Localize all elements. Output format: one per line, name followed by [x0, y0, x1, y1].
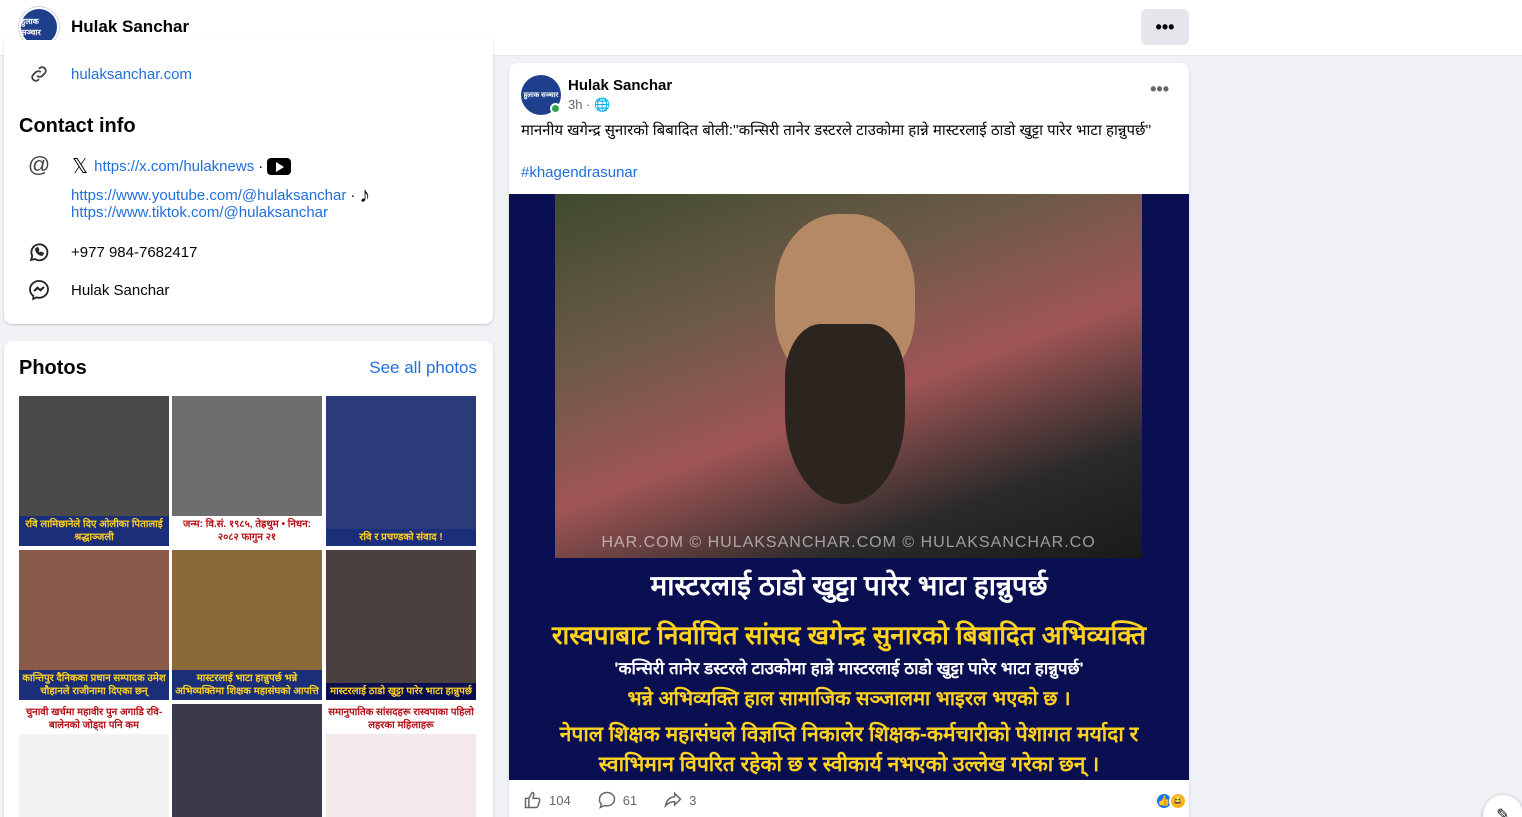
intro-card: hulaksanchar.com Contact info @ 𝕏 https:…: [4, 40, 493, 324]
see-all-photos-link[interactable]: See all photos: [369, 358, 477, 378]
comment-icon: [598, 791, 615, 809]
messenger-row: Hulak Sanchar: [26, 277, 169, 303]
photos-card: Photos See all photos रवि लामिछानेले दिए…: [4, 341, 493, 817]
page-title[interactable]: Hulak Sanchar: [71, 17, 189, 37]
image-subhead: रास्वपाबाट निर्वाचित सांसद खगेन्द्र सुना…: [551, 620, 1147, 650]
photo-caption: कान्तिपुर दैनिकका प्रधान सम्पादक उमेश चौ…: [19, 670, 169, 700]
at-sign-icon: @: [27, 152, 51, 177]
edit-icon: ✎: [1496, 807, 1510, 817]
new-message-button[interactable]: ✎: [1483, 795, 1522, 817]
comment-button[interactable]: 61: [597, 790, 637, 810]
website-link[interactable]: hulaksanchar.com: [71, 66, 192, 83]
haha-reaction-icon: 😆: [1169, 792, 1187, 810]
photo-caption: मास्टरलाई भाटा हान्नुपर्छ भन्ने अभिव्यक्…: [172, 670, 322, 700]
like-button[interactable]: 104: [523, 790, 571, 810]
post-card: हुलाक सञ्चार Hulak Sanchar 3h · 🌐 ••• मा…: [509, 63, 1189, 817]
image-line-5: स्वाभिमान विपरित रहेको छ र स्वीकार्य नभए…: [598, 753, 1100, 776]
image-watermark: HAR.COM © HULAKSANCHAR.COM © HULAKSANCHA…: [601, 534, 1096, 551]
separator: ·: [258, 157, 264, 175]
phone-number: +977 984-7682417: [71, 243, 198, 261]
post-text: माननीय खगेन्द्र सुनारको बिबादित बोली:''क…: [521, 122, 1152, 139]
photo-caption: जन्म: वि.सं. १९८५, तेह्रथुम • निधन: २०८२…: [172, 516, 322, 546]
contact-info-heading: Contact info: [19, 115, 136, 137]
photo-caption: चुनावी खर्चमा महावीर पुन अगाडि रवि-बालेन…: [19, 704, 169, 734]
photo-thumbnail[interactable]: मास्टरलाई ठाडो खुट्टा पारेर भाटा हान्नुप…: [326, 550, 476, 700]
photo-thumbnail[interactable]: रवि र प्रचण्डको संवाद !: [326, 396, 476, 546]
reaction-icons[interactable]: 👍 😆: [1155, 792, 1187, 810]
whatsapp-icon: [26, 239, 52, 265]
post-image[interactable]: HAR.COM © HULAKSANCHAR.COM © HULAKSANCHA…: [509, 194, 1189, 780]
x-link-row: 𝕏 https://x.com/hulaknews ·: [72, 154, 292, 178]
messenger-name[interactable]: Hulak Sanchar: [71, 282, 169, 299]
image-quote: 'कन्सिरी तानेर डस्टरले टाउकोमा हान्ने मा…: [614, 659, 1084, 678]
photo-thumbnail[interactable]: जन्म: वि.सं. १९८५, तेह्रथुम • निधन: २०८२…: [172, 396, 322, 546]
online-status-dot: [550, 103, 561, 114]
post-hashtag-link[interactable]: #khagendrasunar: [521, 164, 638, 181]
photo-thumbnail[interactable]: समानुपातिक सांसदहरू रास्वपाका पहिलो लहरक…: [326, 704, 476, 817]
photo-thumbnail[interactable]: मास्टरलाई भाटा हान्नुपर्छ भन्ने अभिव्यक्…: [172, 550, 322, 700]
photo-thumbnail[interactable]: चुनावी खर्चमा महावीर पुन अगाडि रवि-बालेन…: [19, 704, 169, 817]
share-button[interactable]: 3: [663, 790, 696, 810]
comment-count: 61: [622, 792, 638, 808]
tiktok-link[interactable]: https://www.tiktok.com/@hulaksanchar: [71, 204, 328, 221]
phone-row: +977 984-7682417: [26, 239, 197, 265]
x-logo-icon: 𝕏: [72, 154, 89, 178]
image-headline: मास्टरलाई ठाडो खुट्टा पारेर भाटा हान्नुप…: [650, 570, 1048, 601]
messenger-icon: [26, 277, 52, 303]
link-icon: [26, 61, 52, 87]
tiktok-icon: ♪: [359, 182, 371, 207]
image-line-3: भन्ने अभिव्यक्ति हाल सामाजिक सञ्जालमा भा…: [627, 688, 1071, 710]
post-actions: 104 61 3: [523, 790, 696, 810]
post-more-options-button[interactable]: •••: [1150, 79, 1169, 100]
post-author-name[interactable]: Hulak Sanchar: [568, 77, 672, 94]
like-count: 104: [549, 792, 571, 808]
social-links-row: @: [26, 152, 52, 178]
youtube-icon: [267, 157, 292, 175]
x-link[interactable]: https://x.com/hulaknews: [94, 158, 254, 175]
photo-thumbnail[interactable]: [172, 704, 322, 817]
photo-thumbnail[interactable]: कान्तिपुर दैनिकका प्रधान सम्पादक उमेश चौ…: [19, 550, 169, 700]
photo-caption: समानुपातिक सांसदहरू रास्वपाका पहिलो लहरक…: [326, 704, 476, 734]
news-photo: HAR.COM © HULAKSANCHAR.COM © HULAKSANCHA…: [555, 194, 1142, 558]
thumbs-up-icon: [524, 791, 541, 809]
photo-caption: रवि र प्रचण्डको संवाद !: [326, 529, 476, 546]
photo-caption: मास्टरलाई ठाडो खुट्टा पारेर भाटा हान्नुप…: [326, 683, 476, 700]
photo-caption: रवि लामिछानेले दिए ओलीका पितालाई श्रद्धा…: [19, 516, 169, 546]
image-line-4: नेपाल शिक्षक महासंघले विज्ञप्ति निकालेर …: [559, 723, 1139, 746]
photo-thumbnail[interactable]: रवि लामिछानेले दिए ओलीका पितालाई श्रद्धा…: [19, 396, 169, 546]
share-icon: [664, 791, 682, 809]
photos-heading: Photos: [19, 357, 87, 379]
person-beard: [785, 324, 905, 504]
share-count: 3: [689, 792, 697, 808]
website-row: hulaksanchar.com: [26, 61, 192, 87]
post-timestamp[interactable]: 3h · 🌐: [568, 97, 610, 113]
more-options-button[interactable]: •••: [1141, 9, 1189, 45]
youtube-link[interactable]: https://www.youtube.com/@hulaksanchar: [71, 187, 346, 204]
separator: ·: [350, 186, 356, 204]
tiktok-link-row: https://www.tiktok.com/@hulaksanchar: [71, 204, 328, 221]
